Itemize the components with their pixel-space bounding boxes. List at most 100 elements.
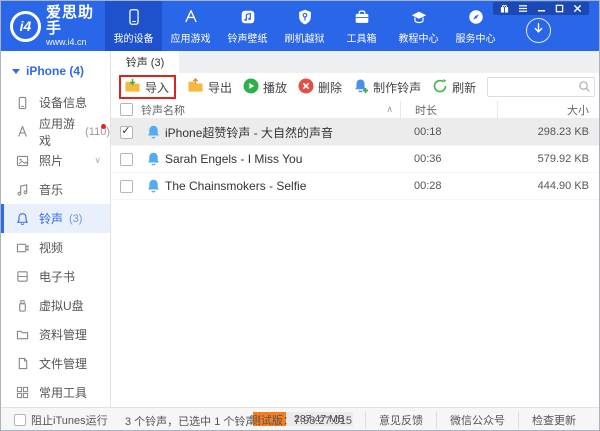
sidebar-item-device-info[interactable]: 设备信息 bbox=[1, 88, 110, 117]
status-bar: 阻止iTunes运行 3 个铃声，已选中 1 个铃声 298.23 K 287.… bbox=[1, 407, 599, 430]
row-checkbox[interactable] bbox=[120, 153, 133, 166]
ringtone-name: Sarah Engels - I Miss You bbox=[165, 152, 400, 166]
sidebar: iPhone (4) 设备信息 应用游戏 (110) 照片 ∨ 音乐 铃声 (3… bbox=[1, 51, 111, 407]
close-icon[interactable] bbox=[573, 4, 582, 13]
import-button[interactable]: 导入 bbox=[119, 75, 176, 99]
app-subtitle: www.i4.cn bbox=[46, 37, 105, 47]
table-row[interactable]: The Chainsmokers - Selfie 00:28 444.90 K… bbox=[111, 173, 599, 200]
tab-bar: 铃声 (3) bbox=[111, 51, 599, 73]
block-itunes-checkbox[interactable] bbox=[14, 414, 26, 426]
download-manager-button[interactable] bbox=[526, 18, 551, 43]
nav-my-device[interactable]: 我的设备 bbox=[105, 1, 162, 51]
make-ringtone-icon bbox=[353, 78, 369, 97]
ringtone-size: 444.90 KB bbox=[497, 180, 599, 192]
nav-ringtones-wallpapers[interactable]: 铃声壁纸 bbox=[219, 1, 276, 51]
service-compass-icon bbox=[467, 7, 485, 27]
nav-toolbox[interactable]: 工具箱 bbox=[333, 1, 390, 51]
row-checkbox[interactable] bbox=[120, 180, 133, 193]
video-icon bbox=[15, 240, 30, 255]
app-logo: i4 爱思助手 www.i4.cn bbox=[1, 1, 105, 51]
main-nav: 我的设备 应用游戏 铃声壁纸 刷机越狱 工具箱 bbox=[105, 1, 504, 51]
device-info-icon bbox=[15, 95, 30, 110]
sidebar-item-music[interactable]: 音乐 bbox=[1, 175, 110, 204]
select-all-checkbox[interactable] bbox=[120, 103, 133, 116]
menu-icon[interactable] bbox=[518, 4, 528, 13]
book-icon bbox=[15, 269, 30, 284]
ringtone-bell-icon bbox=[141, 178, 165, 194]
refresh-button[interactable]: 刷新 bbox=[432, 78, 476, 97]
ringtone-bell-icon bbox=[141, 151, 165, 167]
usb-drive-icon bbox=[15, 298, 30, 313]
ringtone-bell-icon bbox=[141, 124, 165, 140]
nav-apps-games[interactable]: 应用游戏 bbox=[162, 1, 219, 51]
nav-tutorial-center[interactable]: 教程中心 bbox=[390, 1, 447, 51]
row-checkbox[interactable] bbox=[120, 126, 133, 139]
delete-button[interactable]: 删除 bbox=[298, 78, 342, 97]
bell-icon bbox=[15, 211, 30, 226]
maximize-icon[interactable] bbox=[555, 4, 564, 13]
column-size-header[interactable]: 大小 bbox=[497, 101, 599, 118]
sidebar-item-ebooks[interactable]: 电子书 bbox=[1, 262, 110, 291]
sidebar-item-videos[interactable]: 视频 bbox=[1, 233, 110, 262]
export-button[interactable]: 导出 bbox=[187, 78, 232, 96]
sidebar-item-common-tools[interactable]: 常用工具 bbox=[1, 378, 110, 407]
delete-icon bbox=[298, 78, 314, 97]
export-icon bbox=[187, 78, 204, 96]
download-arrow-icon bbox=[532, 22, 545, 40]
block-itunes-option[interactable]: 阻止iTunes运行 bbox=[14, 412, 108, 428]
sidebar-item-virtual-usb[interactable]: 虚拟U盘 bbox=[1, 291, 110, 320]
table-row[interactable]: Sarah Engels - I Miss You 00:36 579.92 K… bbox=[111, 146, 599, 173]
ringtone-duration: 00:18 bbox=[400, 126, 497, 138]
appstore-icon bbox=[182, 7, 200, 27]
sidebar-item-data-management[interactable]: 资料管理 bbox=[1, 320, 110, 349]
notification-dot bbox=[101, 124, 106, 129]
ringtone-size: 298.23 KB bbox=[497, 126, 599, 138]
nav-flash-jailbreak[interactable]: 刷机越狱 bbox=[276, 1, 333, 51]
app-title: 爱思助手 bbox=[46, 5, 105, 37]
table-row[interactable]: iPhone超赞铃声 - 大自然的声音 00:18 298.23 KB bbox=[111, 119, 599, 146]
folder-icon bbox=[15, 327, 30, 342]
main-content: 铃声 (3) 导入 导出 播放 删除 制作铃声 刷新 bbox=[111, 51, 599, 407]
ringtone-size: 579.92 KB bbox=[497, 153, 599, 165]
device-icon bbox=[125, 7, 143, 27]
make-ringtone-button[interactable]: 制作铃声 bbox=[353, 78, 421, 97]
tab-ringtones[interactable]: 铃声 (3) bbox=[111, 51, 179, 73]
apps-icon bbox=[15, 124, 30, 139]
sidebar-item-file-management[interactable]: 文件管理 bbox=[1, 349, 110, 378]
play-button[interactable]: 播放 bbox=[243, 78, 287, 97]
table-header: 铃声名称 ∧ 时长 大小 bbox=[111, 101, 599, 119]
play-icon bbox=[243, 78, 259, 97]
statusbar-links: 测试版：7.98.27.015 意见反馈 微信公众号 检查更新 bbox=[237, 412, 589, 428]
wechat-link[interactable]: 微信公众号 bbox=[436, 412, 518, 428]
jailbreak-shield-icon bbox=[296, 7, 314, 27]
chevron-down-icon[interactable]: ∨ bbox=[94, 155, 101, 166]
column-duration-header[interactable]: 时长 bbox=[400, 101, 497, 118]
sidebar-item-apps-games[interactable]: 应用游戏 (110) bbox=[1, 117, 110, 146]
check-update-link[interactable]: 检查更新 bbox=[518, 412, 589, 428]
ringtone-duration: 00:36 bbox=[400, 153, 497, 165]
column-name-header[interactable]: 铃声名称 bbox=[141, 102, 185, 118]
ringtone-name: iPhone超赞铃声 - 大自然的声音 bbox=[165, 124, 400, 141]
device-header[interactable]: iPhone (4) bbox=[1, 51, 110, 88]
tutorial-cap-icon bbox=[410, 7, 428, 27]
version-label: 测试版：7.98.27.015 bbox=[237, 412, 365, 428]
import-icon bbox=[124, 78, 141, 96]
sidebar-item-photos[interactable]: 照片 ∨ bbox=[1, 146, 110, 175]
sort-ascending-icon[interactable]: ∧ bbox=[386, 104, 393, 115]
skin-icon[interactable] bbox=[500, 4, 509, 13]
feedback-link[interactable]: 意见反馈 bbox=[365, 412, 436, 428]
search-box bbox=[487, 77, 595, 97]
window-controls bbox=[493, 2, 589, 15]
file-icon bbox=[15, 356, 30, 371]
photos-icon bbox=[15, 153, 30, 168]
search-icon bbox=[578, 80, 591, 98]
toolbox-icon bbox=[353, 7, 371, 27]
collapse-triangle-icon bbox=[12, 69, 20, 74]
minimize-icon[interactable] bbox=[537, 4, 546, 13]
toolbar: 导入 导出 播放 删除 制作铃声 刷新 bbox=[111, 73, 599, 101]
sidebar-item-ringtones[interactable]: 铃声 (3) bbox=[1, 204, 110, 233]
music-icon bbox=[15, 182, 30, 197]
ringtone-name: The Chainsmokers - Selfie bbox=[165, 179, 400, 193]
app-header: i4 爱思助手 www.i4.cn 我的设备 应用游戏 铃声壁纸 bbox=[1, 1, 599, 51]
ringtone-duration: 00:28 bbox=[400, 180, 497, 192]
